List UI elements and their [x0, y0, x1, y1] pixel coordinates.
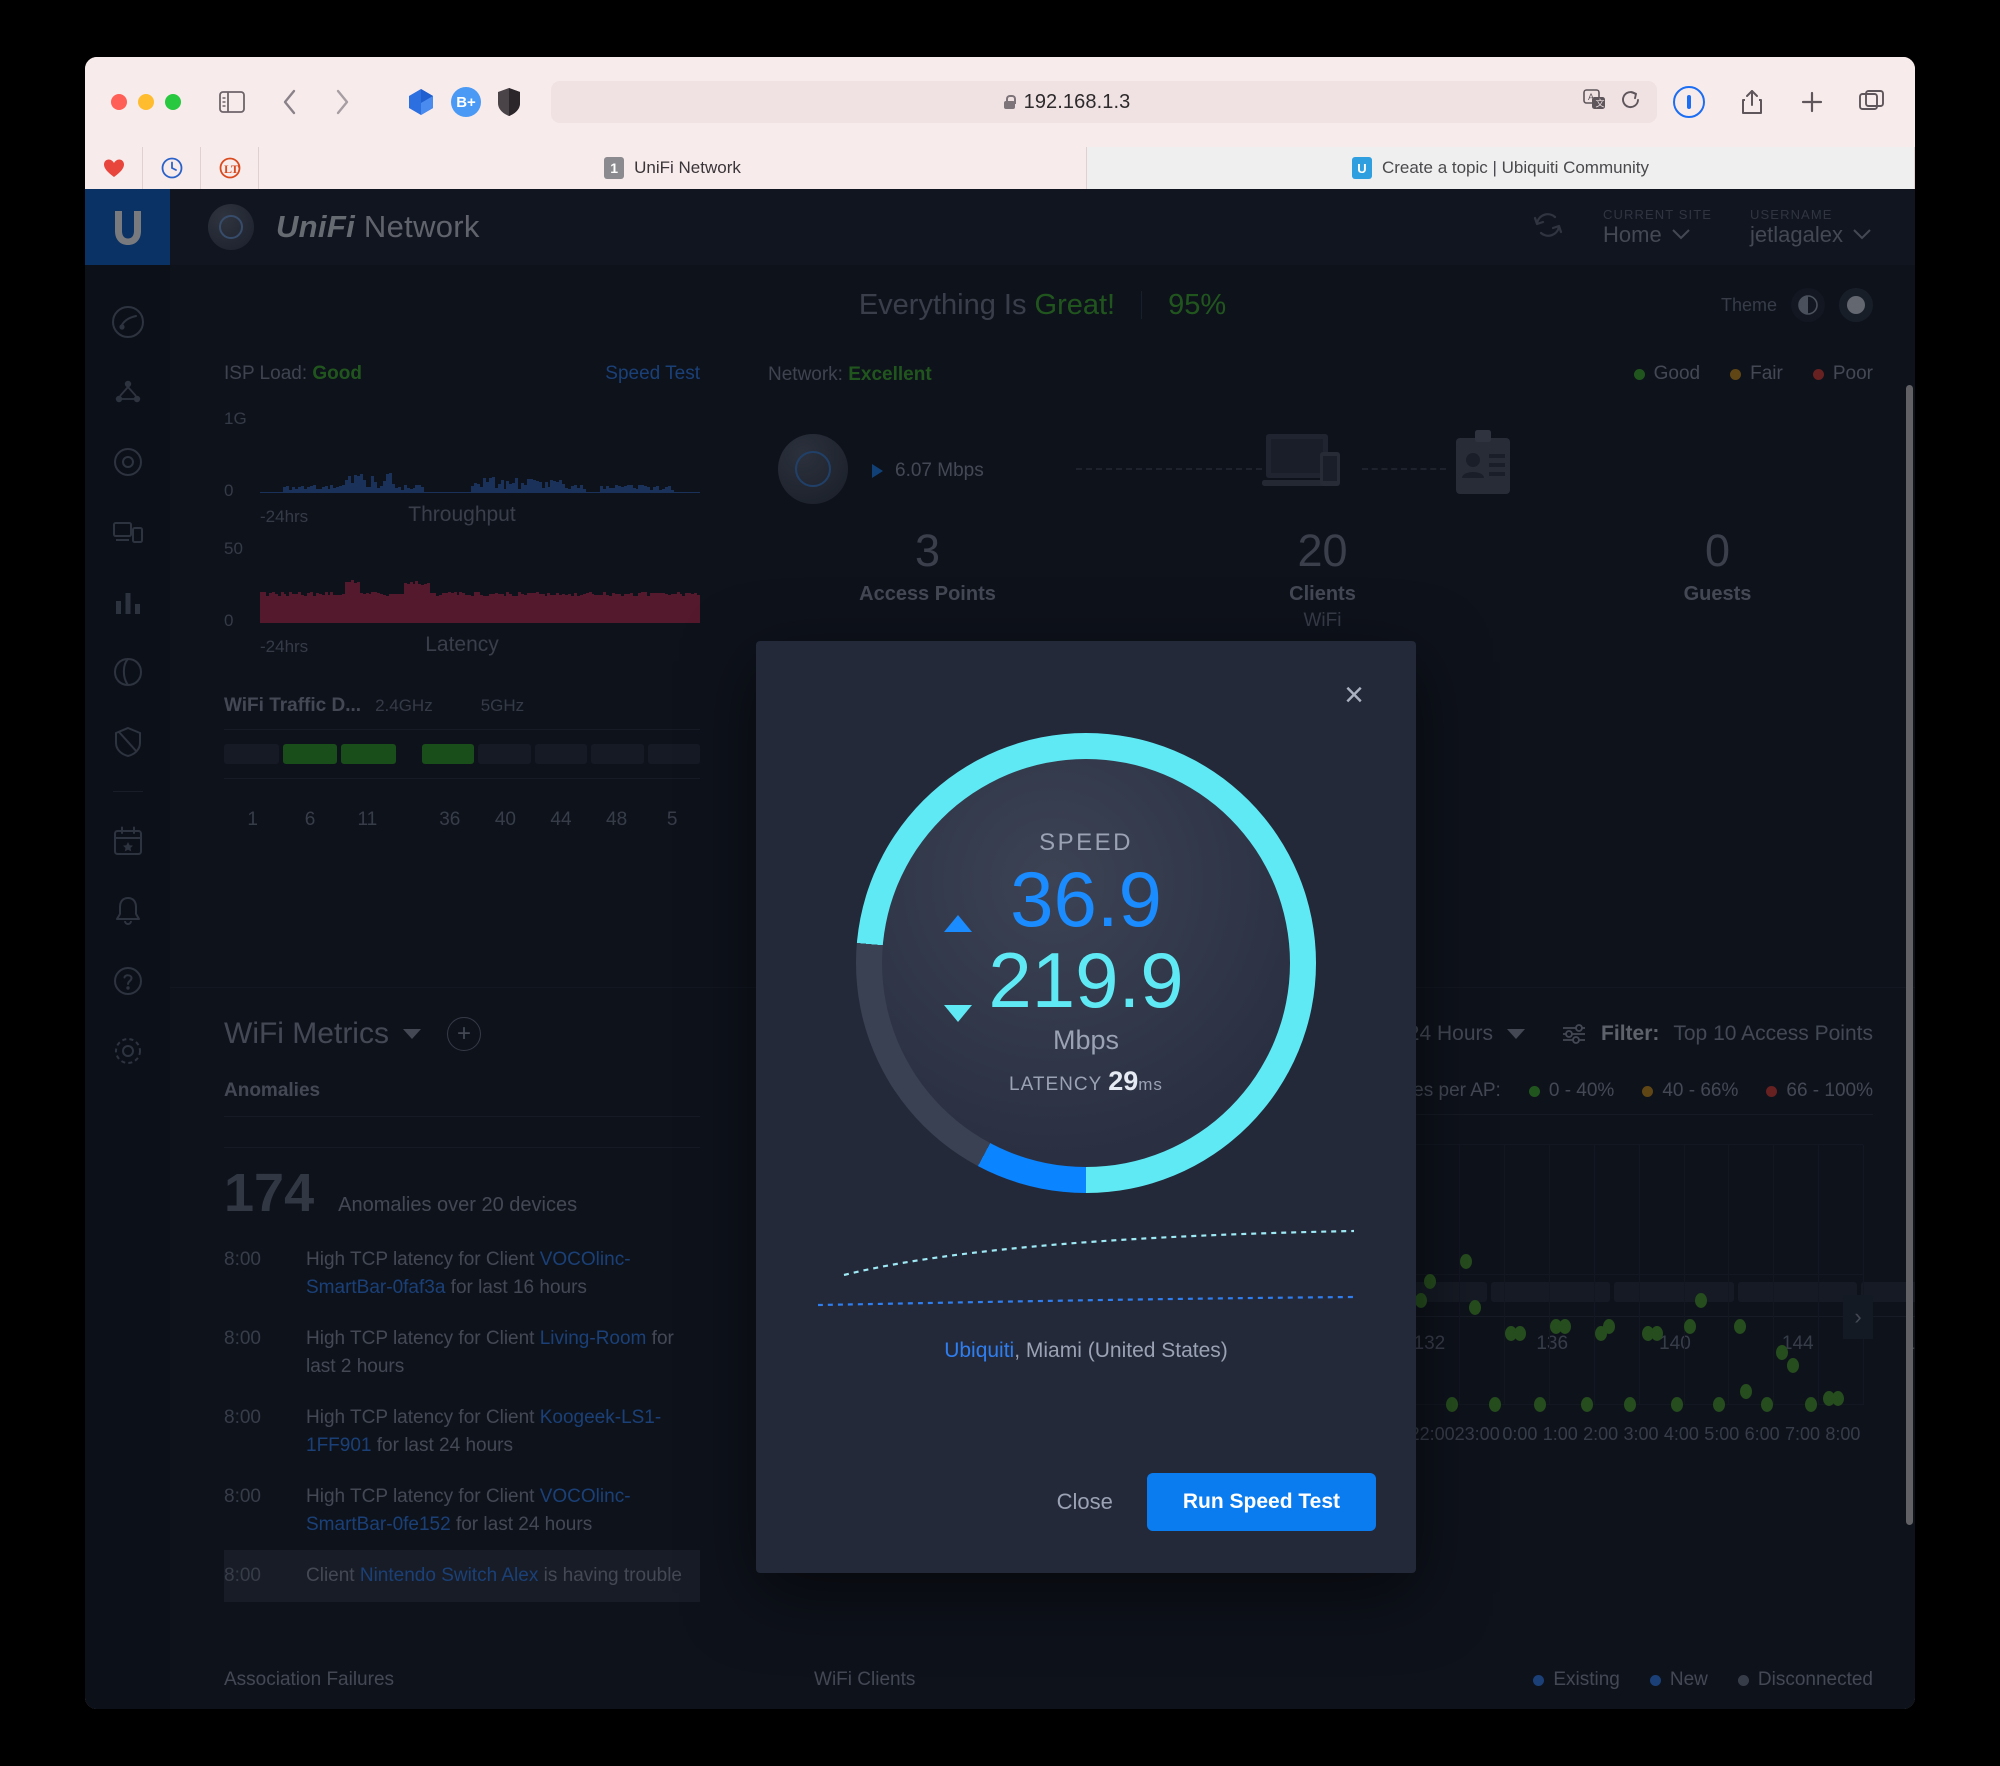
tab-strip[interactable]: LT 1 UniFi Network U Create a topic | Ub…	[85, 147, 1915, 189]
tab-unifi-network[interactable]: 1 UniFi Network	[259, 147, 1087, 189]
speed-gauge: SPEED 36.9 219.9 Mbps LATENCY 29ms	[856, 733, 1316, 1193]
ubiquiti-u-icon: U	[1352, 157, 1372, 179]
reload-icon[interactable]	[1621, 89, 1641, 116]
screen: B+ 192.168.1.3 A文	[0, 0, 2000, 1766]
arrow-down-icon	[944, 1005, 972, 1022]
tab-overview-icon[interactable]	[1855, 85, 1889, 119]
svg-text:文: 文	[1596, 97, 1605, 108]
speed-test-server: Ubiquiti, Miami (United States)	[756, 1339, 1416, 1363]
modal-actions[interactable]: Close Run Speed Test	[1057, 1473, 1376, 1531]
speed-test-modal: × SPEED 36.9 219.9 Mbps LATENCY 29ms	[756, 641, 1416, 1573]
url-text: 192.168.1.3	[1024, 91, 1131, 114]
url-display[interactable]: 192.168.1.3	[551, 91, 1583, 114]
address-bar-actions[interactable]: A文	[1583, 89, 1657, 116]
latency-label: LATENCY	[1009, 1074, 1102, 1095]
extension-buttons[interactable]: B+	[407, 87, 521, 117]
download-value: 219.9	[988, 940, 1183, 1021]
close-icon[interactable]: ×	[1336, 679, 1372, 715]
pinned-tab-clock[interactable]	[143, 147, 201, 189]
latency-value: 29	[1108, 1066, 1138, 1096]
navigation-buttons[interactable]	[273, 85, 359, 119]
upload-value: 36.9	[1010, 859, 1162, 940]
share-icon[interactable]	[1735, 85, 1769, 119]
cube-extension-icon[interactable]	[407, 87, 435, 117]
onepassword-icon[interactable]	[1673, 86, 1705, 118]
tab-ubiquiti-community[interactable]: U Create a topic | Ubiquiti Community	[1087, 147, 1915, 189]
forward-icon[interactable]	[325, 85, 359, 119]
speed-label: SPEED	[1039, 829, 1133, 857]
lock-icon	[1004, 95, 1015, 109]
toolbar-right-actions[interactable]	[1735, 85, 1889, 119]
speed-sparkline	[816, 1227, 1356, 1317]
close-window-button[interactable]	[111, 94, 127, 110]
tab-badge: 1	[604, 157, 624, 179]
latency-readout: LATENCY 29ms	[1009, 1066, 1163, 1097]
zoom-window-button[interactable]	[165, 94, 181, 110]
bplus-extension-icon[interactable]: B+	[451, 87, 481, 117]
browser-toolbar: B+ 192.168.1.3 A文	[85, 57, 1915, 147]
new-tab-icon[interactable]	[1795, 85, 1829, 119]
speed-unit: Mbps	[1053, 1025, 1119, 1056]
arrow-up-icon	[944, 915, 972, 932]
pinned-tab-lifetime[interactable]: LT	[201, 147, 259, 189]
translate-icon[interactable]: A文	[1583, 89, 1607, 116]
pinned-tab-apple-health[interactable]	[85, 147, 143, 189]
svg-text:LT: LT	[224, 162, 239, 176]
server-link[interactable]: Ubiquiti	[944, 1339, 1014, 1362]
window-controls[interactable]	[111, 94, 181, 110]
minimize-window-button[interactable]	[138, 94, 154, 110]
run-speed-test-button[interactable]: Run Speed Test	[1147, 1473, 1376, 1531]
tab-title: UniFi Network	[634, 158, 741, 178]
shield-extension-icon[interactable]	[497, 87, 521, 117]
server-location: , Miami (United States)	[1014, 1339, 1228, 1362]
close-button[interactable]: Close	[1057, 1489, 1113, 1515]
sidebar-icon[interactable]	[215, 85, 249, 119]
browser-window: B+ 192.168.1.3 A文	[85, 57, 1915, 1709]
back-icon[interactable]	[273, 85, 307, 119]
unifi-app: UniFi Network CURRENT SITE Home USERNAME	[85, 189, 1915, 1709]
latency-unit: ms	[1138, 1075, 1163, 1094]
address-bar[interactable]: 192.168.1.3 A文	[551, 81, 1657, 123]
gauge-inner: SPEED 36.9 219.9 Mbps LATENCY 29ms	[882, 759, 1290, 1167]
tab-title: Create a topic | Ubiquiti Community	[1382, 158, 1649, 178]
